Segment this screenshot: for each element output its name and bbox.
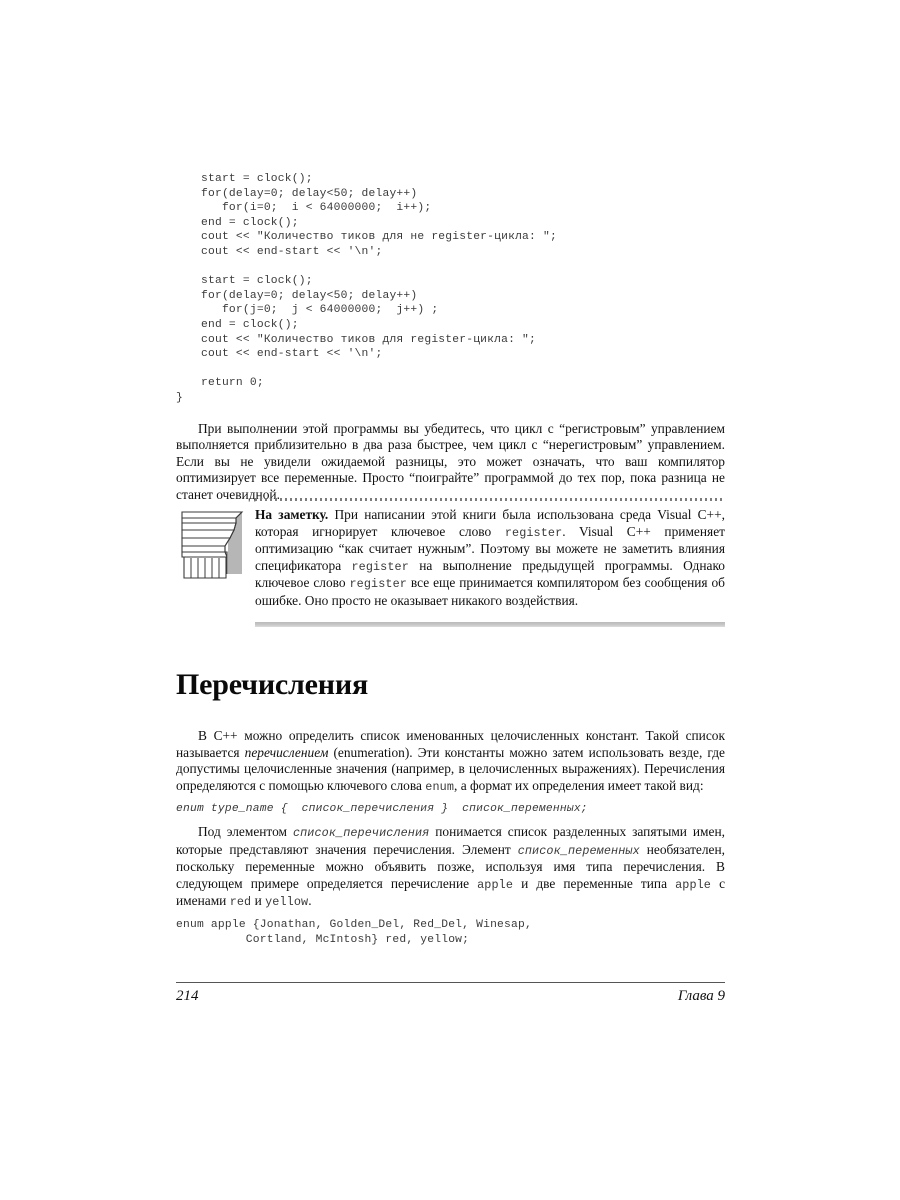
note-code-register-3: register [349, 577, 407, 592]
code-line: for(i=0; i < 64000000; i++); [201, 202, 432, 215]
para-code-apple-1: apple [477, 877, 514, 892]
para-code-red: red [229, 895, 252, 910]
document-page: start = clock(); for(delay=0; delay<50; … [0, 0, 900, 1200]
para-code-enum-list: список_перечисления [292, 825, 430, 840]
note-code-register-1: register [504, 525, 563, 540]
code-block-return: return 0; [176, 376, 725, 391]
code-block-no-register: start = clock(); for(delay=0; delay<50; … [176, 172, 725, 260]
code-enum-syntax: enum type_name { список_перечисления } с… [176, 803, 588, 816]
code-line: cout << end-start << '\n'; [201, 348, 383, 361]
note-text: На заметку. При написании этой книги был… [255, 507, 725, 610]
note-top-dotted-rule [255, 498, 725, 501]
para-code-enum: enum [425, 779, 455, 794]
code-line: start = clock(); [201, 275, 313, 288]
page-footer: 214 Глава 9 [176, 988, 725, 1005]
classical-column-capital-icon [180, 508, 246, 580]
code-line: return 0; [201, 377, 264, 390]
paragraph-after-code: При выполнении этой программы вы убедите… [176, 420, 725, 502]
code-line: for(delay=0; delay<50; delay++) [201, 187, 418, 200]
code-block-register: start = clock(); for(delay=0; delay<50; … [176, 274, 725, 362]
code-line: Cortland, McIntosh} red, yellow; [176, 933, 470, 946]
para-italic-enumeration: перечислением [244, 744, 329, 760]
code-listing-enum-apple: enum apple {Jonathan, Golden_Del, Red_De… [176, 918, 725, 947]
code-closing-brace: } [176, 391, 183, 404]
note-bottom-bar [255, 622, 725, 627]
code-line: cout << "Количество тиков для не registe… [201, 231, 557, 244]
para-text-segment: Под элементом [198, 823, 293, 839]
code-line: end = clock(); [201, 216, 299, 229]
chapter-label: Глава 9 [677, 988, 725, 1004]
code-line: start = clock(); [201, 173, 313, 185]
para-text-segment: , а формат их определения имеет такой ви… [454, 777, 704, 793]
para-code-apple-2: apple [675, 877, 711, 892]
para-code-yellow: yellow [265, 895, 309, 910]
para-text-segment: и две переменные типа [513, 875, 676, 891]
note-lead-label: На заметку. [255, 507, 329, 522]
code-line: end = clock(); [201, 318, 299, 331]
code-line: for(delay=0; delay<50; delay++) [201, 289, 418, 302]
page-number: 214 [176, 988, 199, 1004]
code-line: cout << end-start << '\n'; [201, 245, 383, 258]
section-heading: Перечисления [176, 668, 368, 701]
code-listing-top: start = clock(); for(delay=0; delay<50; … [176, 172, 725, 503]
code-line: for(j=0; j < 64000000; j++) ; [201, 304, 439, 317]
note-code-register-2: register [351, 559, 409, 574]
section-body: В С++ можно определить список именованны… [176, 728, 725, 947]
code-spacer [176, 362, 725, 377]
para-code-var-list: список_переменных [517, 843, 640, 858]
code-spacer [176, 260, 725, 275]
code-line: cout << "Количество тиков для register-ц… [201, 333, 537, 346]
paragraph-enum-details: Под элементом список_перечисления понима… [176, 824, 725, 911]
footer-rule [176, 982, 725, 983]
para-text-segment: . [308, 893, 312, 909]
para-text-segment: и [251, 893, 266, 909]
paragraph-enum-intro: В С++ можно определить список именованны… [176, 728, 725, 795]
code-line: enum apple {Jonathan, Golden_Del, Red_De… [176, 918, 532, 931]
